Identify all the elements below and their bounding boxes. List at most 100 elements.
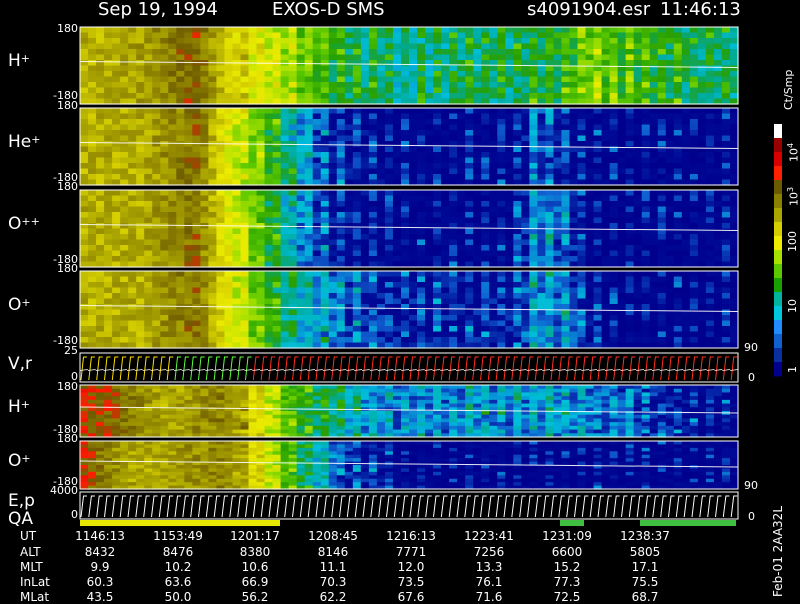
heatmap-cell (577, 71, 587, 78)
heatmap-cell (256, 152, 266, 159)
heatmap-cell (160, 190, 169, 197)
heatmap-cell (128, 93, 137, 100)
heatmap-cell (593, 38, 603, 45)
heatmap-cell (673, 65, 683, 72)
heatmap-cell (168, 108, 177, 115)
heatmap-cell (609, 190, 619, 197)
heatmap-cell (433, 54, 442, 61)
heatmap-cell (312, 337, 322, 344)
heatmap-cell (425, 108, 434, 115)
heatmap-cell (457, 108, 466, 115)
heatmap-cell (184, 93, 193, 100)
heatmap-cell (617, 320, 627, 327)
heatmap-cell (433, 87, 442, 94)
heatmap-cell (352, 49, 362, 56)
heatmap-cell (360, 201, 370, 208)
heatmap-cell (96, 256, 105, 263)
heatmap-cell (360, 163, 370, 170)
heatmap-cell (417, 223, 426, 230)
heatmap-cell (657, 331, 667, 338)
heatmap-cell (248, 27, 258, 34)
heatmap-cell (601, 276, 611, 283)
heatmap-cell (457, 76, 466, 83)
heatmap-cell (184, 422, 193, 427)
heatmap-cell (713, 276, 723, 283)
heatmap-cell (433, 287, 442, 294)
heatmap-cell (144, 418, 153, 423)
heatmap-cell (441, 157, 450, 164)
heatmap-cell (449, 276, 458, 283)
heatmap-cell (264, 206, 274, 213)
heatmap-cell (152, 49, 161, 56)
heatmap-cell (521, 49, 530, 56)
heatmap-cell (352, 71, 362, 78)
heatmap-cell (721, 287, 731, 294)
heatmap-cell (553, 337, 563, 344)
heatmap-cell (104, 212, 113, 219)
heatmap-cell (272, 93, 282, 100)
heatmap-cell (609, 234, 619, 241)
heatmap-cell (537, 245, 547, 252)
heatmap-cell (360, 54, 370, 61)
heatmap-cell (104, 119, 113, 126)
heatmap-cell (256, 168, 266, 175)
heatmap-cell (280, 163, 290, 170)
heatmap-cell (673, 113, 683, 120)
heatmap-cell (649, 87, 659, 94)
heatmap-cell (88, 27, 97, 34)
heatmap-cell (697, 195, 707, 202)
heatmap-cell (288, 337, 298, 344)
heatmap-cell (545, 146, 555, 153)
heatmap-cell (481, 282, 490, 289)
heatmap-cell (136, 49, 145, 56)
heatmap-cell (136, 337, 145, 344)
heatmap-cell (561, 27, 571, 34)
heatmap-cell (96, 32, 105, 39)
heatmap-cell (288, 282, 298, 289)
heatmap-cell (96, 206, 105, 213)
heatmap-cell (585, 293, 595, 300)
heatmap-cell (352, 38, 362, 45)
heatmap-cell (376, 304, 386, 311)
heatmap-cell (248, 168, 258, 175)
heatmap-cell (617, 135, 627, 142)
heatmap-cell (489, 108, 498, 115)
heatmap-cell (609, 256, 619, 263)
heatmap-cell (264, 130, 274, 137)
heatmap-cell (697, 32, 707, 39)
heatmap-cell (160, 65, 169, 72)
heatmap-cell (713, 239, 723, 246)
heatmap-cell (376, 113, 386, 120)
heatmap-cell (609, 157, 619, 164)
heatmap-cell (232, 113, 242, 120)
heatmap-cell (625, 60, 635, 67)
heatmap-cell (352, 168, 362, 175)
heatmap-cell (176, 234, 185, 241)
heatmap-cell (344, 212, 354, 219)
heatmap-cell (280, 82, 290, 89)
heatmap-cell (112, 168, 121, 175)
heatmap-cell (208, 282, 218, 289)
heatmap-cell (657, 250, 667, 257)
heatmap-cell (160, 414, 169, 420)
heatmap-cell (128, 228, 137, 235)
heatmap-cell (352, 337, 362, 344)
heatmap-cell (280, 174, 290, 181)
heatmap-cell (433, 38, 442, 45)
heatmap-cell (312, 282, 322, 289)
heatmap-cell (208, 71, 218, 78)
heatmap-cell (481, 337, 490, 344)
heatmap-cell (288, 54, 298, 61)
heatmap-cell (248, 38, 258, 45)
heatmap-cell (312, 76, 322, 83)
heatmap-cell (224, 245, 234, 252)
heatmap-cell (232, 87, 242, 94)
heatmap-cell (136, 113, 145, 120)
heatmap-cell (136, 124, 145, 131)
heatmap-cell (336, 113, 346, 120)
heatmap-cell (376, 256, 386, 263)
heatmap-cell (545, 60, 555, 67)
heatmap-cell (641, 287, 651, 294)
heatmap-cell (336, 174, 346, 181)
heatmap-cell (673, 190, 683, 197)
